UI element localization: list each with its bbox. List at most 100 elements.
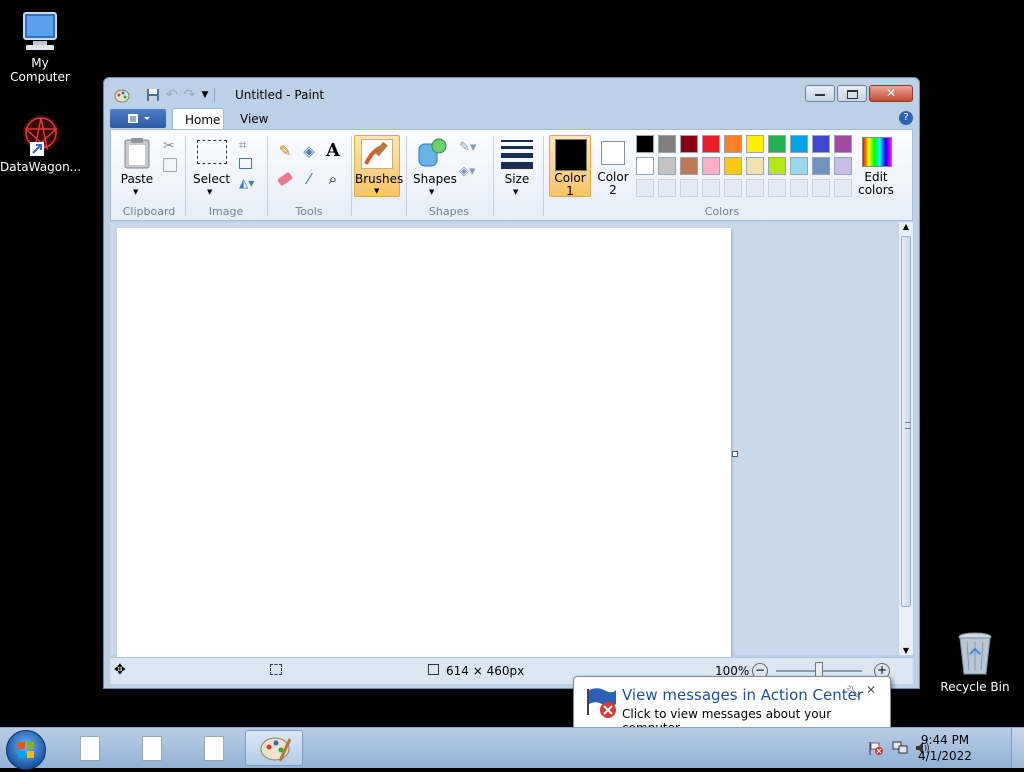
paint-app-icon[interactable] (114, 87, 130, 103)
network-icon[interactable] (892, 740, 908, 756)
palette-swatch[interactable] (790, 157, 808, 175)
balloon-title[interactable]: View messages in Action Center (622, 686, 863, 704)
desktop-icon-datawagon[interactable]: DataWagon... (0, 112, 81, 174)
computer-icon (18, 10, 62, 54)
color2-label: Color 2 (597, 170, 629, 197)
palette-swatch[interactable] (658, 157, 676, 175)
taskbar-item-document-1[interactable] (60, 730, 118, 766)
palette-swatch[interactable] (768, 135, 786, 153)
scroll-thumb[interactable] (901, 236, 911, 607)
palette-empty-swatch[interactable] (680, 179, 698, 197)
palette-swatch[interactable] (834, 135, 852, 153)
action-center-tray-icon[interactable] (868, 740, 884, 756)
tab-view[interactable]: View (228, 108, 280, 130)
resize-icon[interactable] (239, 158, 252, 169)
desktop-icon-my-computer[interactable]: My Computer (0, 10, 80, 84)
palette-swatch[interactable] (636, 157, 654, 175)
palette-empty-swatch[interactable] (702, 179, 720, 197)
shapes-icon (418, 138, 447, 167)
palette-swatch[interactable] (746, 135, 764, 153)
palette-swatch[interactable] (768, 157, 786, 175)
crop-icon[interactable]: ⌗ (239, 138, 246, 153)
clock-time: 9:44 PM (920, 733, 970, 747)
vertical-scrollbar[interactable]: ▲ ▼ (898, 222, 913, 655)
palette-swatch[interactable] (636, 135, 654, 153)
menu-icon (128, 114, 150, 123)
palette-swatch[interactable] (724, 135, 742, 153)
scroll-down-icon[interactable]: ▼ (899, 646, 913, 655)
restore-button[interactable] (837, 85, 867, 102)
paint-menu-button[interactable] (110, 109, 166, 128)
palette-swatch[interactable] (658, 135, 676, 153)
size-lines-icon (501, 140, 533, 169)
desktop-icon-recycle-bin[interactable]: Recycle Bin (935, 630, 1015, 694)
palette-empty-swatch[interactable] (746, 179, 764, 197)
show-desktop-button[interactable] (1011, 728, 1024, 768)
palette-empty-swatch[interactable] (790, 179, 808, 197)
taskbar-item-document-3[interactable] (184, 730, 242, 766)
canvas-resize-handle[interactable] (732, 451, 738, 457)
palette-swatch[interactable] (680, 157, 698, 175)
grip-icon (905, 421, 911, 429)
fill-tool[interactable]: ◈ (299, 142, 319, 162)
tab-home[interactable]: Home (172, 108, 224, 130)
palette-swatch[interactable] (724, 157, 742, 175)
color1-button[interactable]: Color 1 (549, 135, 591, 198)
edit-colors-button[interactable]: Edit colors (853, 135, 899, 197)
undo-icon[interactable]: ↶ (166, 87, 178, 103)
title-bar[interactable]: ↶ ↷ ▼ Untitled - Paint ✕ (104, 78, 919, 108)
palette-empty-swatch[interactable] (834, 179, 852, 197)
fill-icon[interactable]: ◈▾ (459, 164, 476, 179)
shapes-button[interactable]: Shapes ▼ (413, 136, 457, 196)
minimize-button[interactable] (805, 85, 835, 102)
window-controls: ✕ (805, 85, 913, 102)
size-button[interactable]: Size ▼ (499, 138, 535, 196)
group-clipboard-label: Clipboard (122, 205, 176, 218)
wrench-icon[interactable]: 🔧︎ (846, 685, 860, 698)
group-colors-label: Colors (704, 205, 740, 218)
palette-empty-swatch[interactable] (636, 179, 654, 197)
palette-swatch[interactable] (680, 135, 698, 153)
close-button[interactable]: ✕ (869, 85, 913, 102)
redo-icon[interactable]: ↷ (184, 87, 196, 103)
text-tool[interactable]: A (323, 140, 343, 161)
scroll-up-icon[interactable]: ▲ (899, 222, 913, 231)
palette-empty-swatch[interactable] (724, 179, 742, 197)
drawing-canvas[interactable] (117, 228, 731, 657)
brushes-button[interactable]: Brushes ▼ (354, 135, 403, 197)
palette-swatch[interactable] (812, 157, 830, 175)
palette-swatch[interactable] (746, 157, 764, 175)
color-picker-tool[interactable]: ⁄ (299, 170, 319, 190)
start-button[interactable] (6, 730, 46, 770)
rotate-icon[interactable]: ◭▾ (239, 176, 254, 190)
cut-icon[interactable]: ✂ (163, 138, 175, 154)
palette-swatch[interactable] (790, 135, 808, 153)
system-clock[interactable]: 9:44 PM 4/1/2022 (915, 732, 975, 764)
group-image-label: Image (208, 205, 244, 218)
action-center-balloon[interactable]: View messages in Action Center Click to … (573, 676, 891, 735)
palette-swatch[interactable] (812, 135, 830, 153)
help-icon[interactable]: ? (899, 111, 913, 125)
restore-icon (847, 90, 858, 99)
outline-icon[interactable]: ✎▾ (459, 140, 476, 155)
eraser-tool[interactable] (275, 170, 295, 190)
palette-swatch[interactable] (702, 157, 720, 175)
palette-empty-swatch[interactable] (658, 179, 676, 197)
magnifier-tool[interactable]: ⌕ (323, 170, 343, 190)
pencil-tool[interactable]: ✎ (275, 142, 295, 162)
minimize-icon (815, 94, 825, 96)
palette-empty-swatch[interactable] (768, 179, 786, 197)
copy-icon[interactable] (163, 158, 177, 172)
customize-dropdown-icon[interactable]: ▼ (201, 90, 208, 100)
taskbar-item-paint[interactable] (245, 730, 303, 766)
paste-button[interactable]: Paste ▼ (119, 136, 155, 196)
ribbon: Paste ▼ ✂ Clipboard Select ▼ ⌗ ◭▾ Image … (110, 129, 913, 221)
save-icon[interactable] (146, 88, 160, 102)
color2-button[interactable]: Color 2 (593, 135, 633, 197)
palette-swatch[interactable] (702, 135, 720, 153)
balloon-close-icon[interactable]: ✕ (866, 683, 876, 697)
taskbar-item-document-2[interactable] (122, 730, 180, 766)
palette-swatch[interactable] (834, 157, 852, 175)
palette-empty-swatch[interactable] (812, 179, 830, 197)
select-button[interactable]: Select ▼ (193, 138, 230, 196)
